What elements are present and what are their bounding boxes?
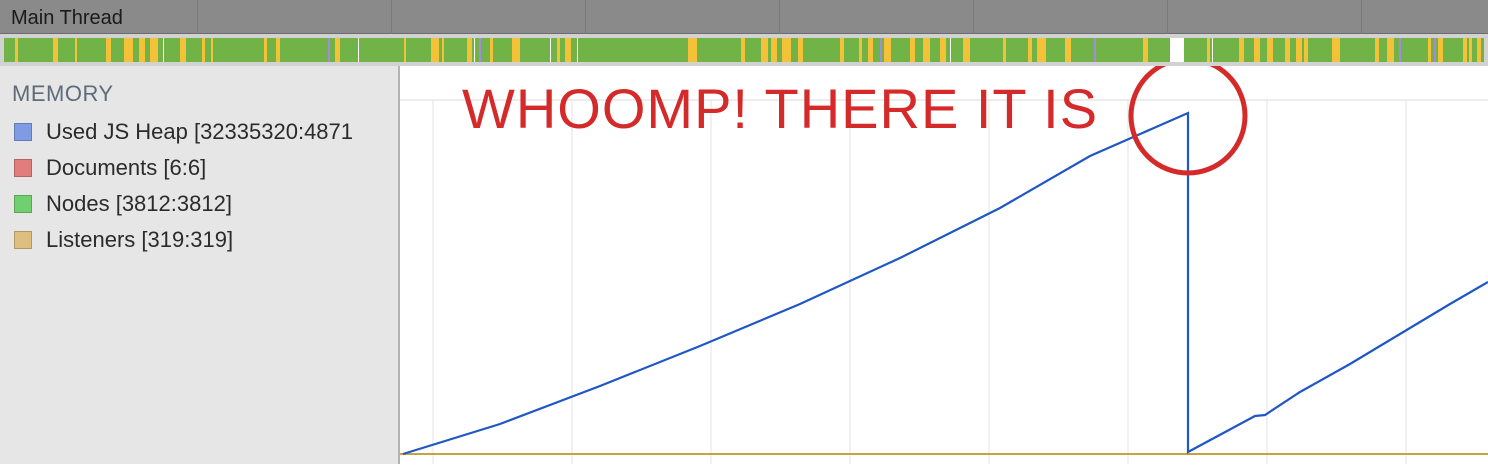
activity-slice: [1239, 38, 1244, 62]
activity-slice: [139, 38, 145, 62]
activity-slice: [923, 38, 930, 62]
activity-slice: [1399, 38, 1401, 62]
activity-slice: [474, 38, 475, 62]
activity-slice: [124, 38, 133, 62]
activity-slice: [771, 38, 777, 62]
legend-label-documents: Documents [6:6]: [46, 155, 207, 180]
header-grid-tick: [973, 0, 974, 34]
activity-slice: [577, 38, 578, 62]
header-grid-tick: [197, 0, 198, 34]
legend-label-listeners: Listeners [319:319]: [46, 227, 234, 252]
activity-slice: [1028, 38, 1032, 62]
main-thread-title: Main Thread: [11, 7, 123, 29]
activity-slice: [1065, 38, 1071, 62]
activity-slice: [490, 38, 493, 62]
activity-slice: [1375, 38, 1379, 62]
activity-slice: [1428, 38, 1431, 62]
activity-slice: [328, 38, 330, 62]
main-thread-header[interactable]: Main Thread: [0, 0, 1488, 34]
activity-slice: [150, 38, 158, 62]
activity-slice: [1438, 38, 1443, 62]
activity-slice: [782, 38, 791, 62]
activity-slice: [335, 38, 340, 62]
activity-slice: [53, 38, 58, 62]
activity-slice: [1387, 38, 1394, 62]
activity-slice: [276, 38, 280, 62]
header-grid-tick: [1167, 0, 1168, 34]
activity-slice: [358, 38, 359, 62]
activity-slice: [512, 38, 520, 62]
activity-idle-gap: [1170, 38, 1184, 62]
header-grid-tick: [779, 0, 780, 34]
memory-sidebar: MEMORY Used JS Heap [32335320:4871 Docum…: [0, 66, 400, 464]
activity-slice: [1332, 38, 1340, 62]
activity-slice: [550, 38, 551, 62]
activity-slice: [442, 38, 444, 62]
activity-slice: [884, 38, 891, 62]
header-grid-tick: [585, 0, 586, 34]
activity-slice: [1037, 38, 1046, 62]
main-thread-activity-strip[interactable]: [0, 34, 1488, 66]
activity-slice: [1285, 38, 1290, 62]
activity-slice: [1296, 38, 1302, 62]
nodes-swatch: [14, 195, 32, 213]
activity-slice: [798, 38, 803, 62]
activity-slice: [264, 38, 267, 62]
activity-slice: [75, 38, 77, 62]
activity-slice: [1094, 38, 1096, 62]
activity-slice: [963, 38, 970, 62]
activity-slice: [1212, 38, 1213, 62]
used-js-heap-line: [402, 111, 1488, 456]
activity-slice: [1254, 38, 1260, 62]
activity-slice: [859, 38, 862, 62]
activity-slice: [940, 38, 946, 62]
activity-slice: [1434, 38, 1436, 62]
activity-slice: [106, 38, 111, 62]
activity-slice: [880, 38, 882, 62]
activity-slice: [479, 38, 481, 62]
activity-slice: [1267, 38, 1273, 62]
annotation-text: WHOOMP! THERE IT IS: [462, 77, 1099, 140]
header-grid-tick: [391, 0, 392, 34]
activity-slice: [950, 38, 951, 62]
activity-slice: [1477, 38, 1481, 62]
activity-slice: [1463, 38, 1467, 62]
activity-slice: [431, 38, 439, 62]
activity-slice: [1143, 38, 1148, 62]
activity-slice: [688, 38, 697, 62]
activity-slice: [15, 38, 18, 62]
activity-slice: [163, 38, 164, 62]
activity-slice: [741, 38, 745, 62]
legend-label-used-js-heap: Used JS Heap [32335320:4871: [46, 119, 354, 144]
activity-strip-graphic: [4, 38, 1484, 62]
activity-slice: [1304, 38, 1308, 62]
activity-slice: [1469, 38, 1472, 62]
header-grid-tick: [1361, 0, 1362, 34]
activity-slice: [1003, 38, 1006, 62]
activity-slice: [868, 38, 873, 62]
activity-slice: [404, 38, 406, 62]
activity-slice: [211, 38, 213, 62]
activity-slice: [761, 38, 768, 62]
plot-vertical-gridlines: [432, 100, 1407, 464]
documents-swatch: [14, 159, 32, 177]
activity-slice: [467, 38, 472, 62]
activity-slice: [180, 38, 186, 62]
memory-section-title: MEMORY: [12, 81, 114, 106]
activity-slice: [202, 38, 205, 62]
activity-slice: [840, 38, 844, 62]
activity-slice: [565, 38, 571, 62]
legend-label-nodes: Nodes [3812:3812]: [46, 191, 232, 216]
activity-slice: [557, 38, 560, 62]
used-js-heap-swatch: [14, 123, 32, 141]
activity-slice: [1207, 38, 1210, 62]
listeners-swatch: [14, 231, 32, 249]
activity-slice: [910, 38, 915, 62]
